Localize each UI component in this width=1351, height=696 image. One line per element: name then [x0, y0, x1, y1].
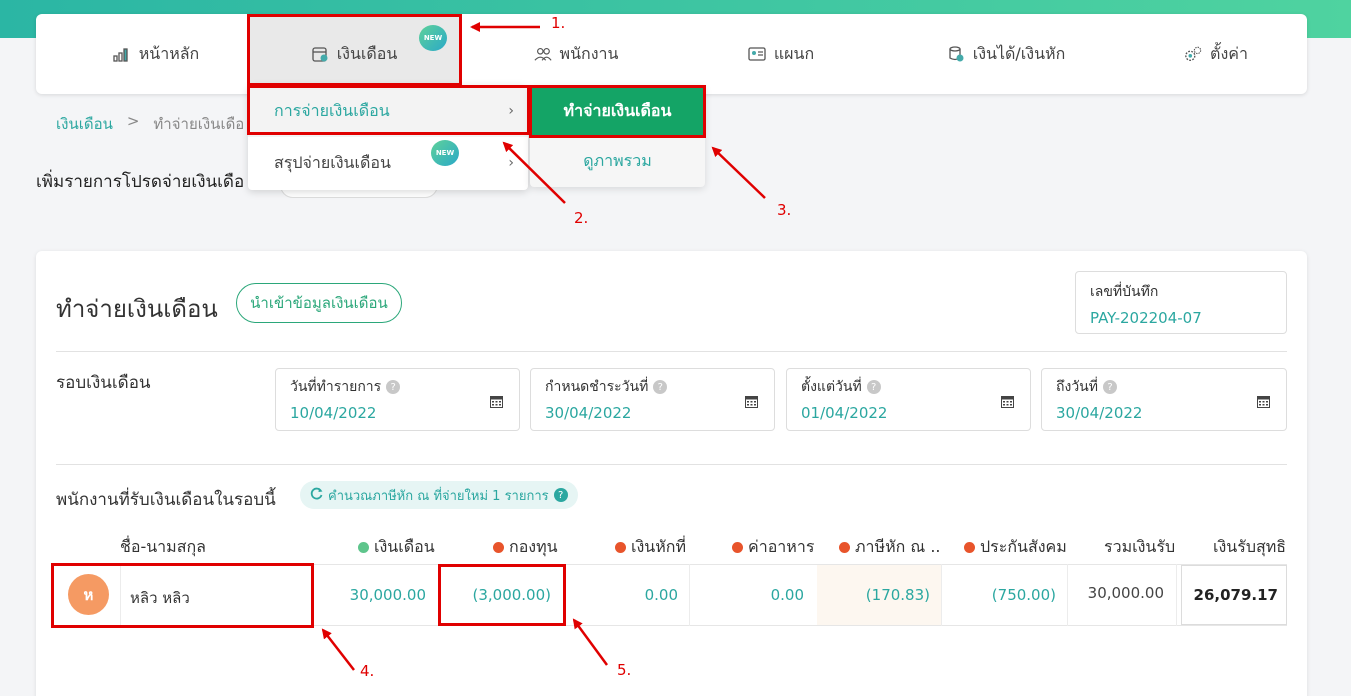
annotation-label-3: 3.: [777, 201, 792, 219]
annotation-label-2: 2.: [574, 209, 589, 227]
annotation-label-1: 1.: [551, 14, 566, 32]
annotation-label-4: 4.: [360, 662, 375, 680]
annotation-label-5: 5.: [617, 661, 632, 679]
annotation-arrows: [321, 22, 766, 671]
